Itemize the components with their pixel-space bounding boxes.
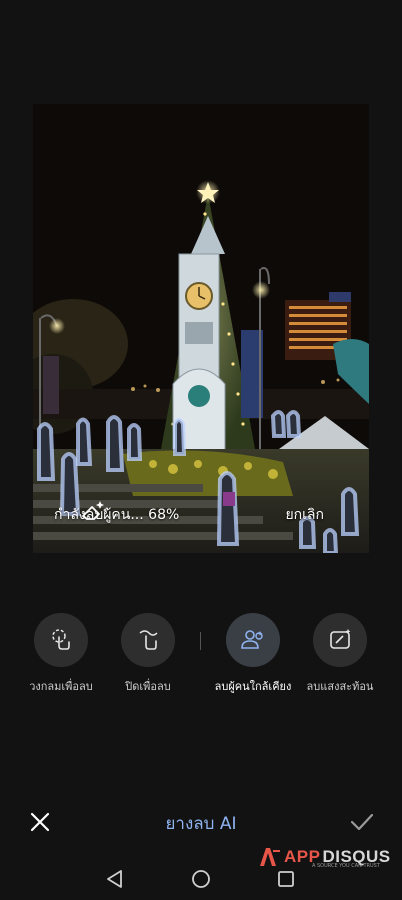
tool-button[interactable] [121,613,175,667]
home-icon[interactable] [190,868,212,890]
tool-label: ปิดเพื่อลบ [125,680,171,693]
people-remove-icon [241,630,263,649]
ai-sparkle-eraser-icon [82,501,107,520]
circle-finger-icon [52,629,70,650]
system-navigation-bar [0,860,402,900]
recents-icon[interactable] [275,868,297,890]
mode-title: ยางลบ AI [165,814,237,834]
brush-finger-icon [139,630,158,650]
tool-button[interactable] [313,613,367,667]
tool-label: วงกลมเพื่อลบ [29,680,93,693]
eraser-tool-row: วงกลมเพื่อลบ ปิดเพื่อลบ ลบผู้คนใกล้เคียง [0,613,402,693]
removal-progress: กำลังลบผู้คน... 68% ยกเลิก [44,498,358,532]
tool-remove-reflection[interactable]: ลบแสงสะท้อน [296,613,384,695]
back-icon[interactable] [104,868,126,890]
tool-brush-to-erase[interactable]: ปิดเพื่อลบ [104,613,192,695]
tool-divider [200,632,201,650]
bottom-action-bar: ยางลบ AI [0,800,402,844]
tool-circle-to-erase[interactable]: วงกลมเพื่อลบ [17,613,105,695]
tool-remove-nearby-people[interactable]: ลบผู้คนใกล้เคียง [209,613,297,695]
photo-scene [33,104,369,553]
tool-button[interactable] [226,613,280,667]
cancel-button[interactable]: ยกเลิก [285,504,324,526]
reflection-remove-icon [330,629,351,649]
tool-label: ลบแสงสะท้อน [306,680,374,693]
tool-button[interactable] [34,613,88,667]
progress-status-text: กำลังลบผู้คน... 68% [54,507,180,523]
tool-label: ลบผู้คนใกล้เคียง [214,680,292,693]
edited-photo[interactable]: กำลังลบผู้คน... 68% ยกเลิก [33,104,369,553]
check-icon[interactable] [349,810,375,834]
